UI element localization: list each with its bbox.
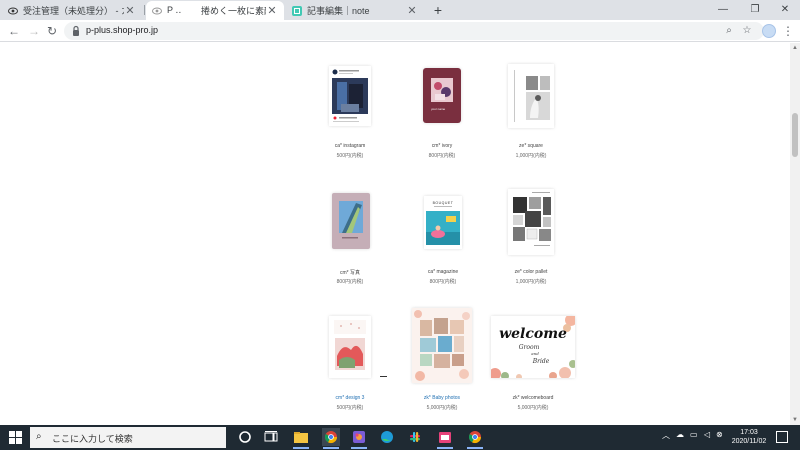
chrome-icon[interactable] bbox=[322, 428, 340, 449]
store-app-icon[interactable] bbox=[436, 428, 454, 449]
tab-title: 受注管理（未処理分） - カラーミ‥ bbox=[23, 6, 124, 16]
reload-icon[interactable]: ↻ bbox=[44, 23, 60, 39]
vertical-scrollbar[interactable]: ▲ ▼ bbox=[790, 43, 800, 425]
scroll-thumb[interactable] bbox=[792, 113, 798, 157]
scroll-up-arrow-icon[interactable]: ▲ bbox=[790, 43, 800, 53]
product-image[interactable]: BOUQUET bbox=[424, 196, 462, 249]
task-view-icon[interactable] bbox=[262, 428, 280, 446]
product-list-page: ca* instagram 500円(内税) your name cm* ivo… bbox=[0, 43, 790, 425]
url-text: p-plus.shop-pro.jp bbox=[86, 25, 159, 35]
product-image[interactable] bbox=[508, 64, 554, 128]
bookmark-star-icon[interactable]: ☆ bbox=[740, 24, 754, 38]
product-image[interactable] bbox=[508, 189, 554, 255]
product-price: 1,000円(内税) bbox=[515, 153, 547, 159]
tab-order-management[interactable]: 受注管理（未処理分） - カラーミ‥ ✕ bbox=[2, 1, 142, 20]
menu-dots-icon[interactable]: ⋮ bbox=[782, 23, 794, 39]
svg-text:and: and bbox=[531, 351, 539, 356]
cortana-icon[interactable] bbox=[236, 428, 254, 446]
search-placeholder: ここに入力して検索 bbox=[52, 434, 133, 444]
color-pallet-card-image bbox=[508, 189, 554, 255]
product-name[interactable]: zk* welcomeboard bbox=[478, 395, 588, 401]
svg-text:welcome: welcome bbox=[499, 326, 567, 342]
tab-title: 捲めく一枚に素敵さ bbox=[201, 6, 266, 16]
file-explorer-icon[interactable] bbox=[292, 428, 310, 449]
product-image[interactable] bbox=[329, 66, 371, 126]
svg-text:Groom: Groom bbox=[519, 344, 540, 351]
product-name[interactable]: ze* color pallet bbox=[476, 269, 586, 275]
profile-avatar[interactable] bbox=[762, 24, 776, 38]
action-center-icon[interactable] bbox=[776, 431, 788, 443]
slack-icon[interactable] bbox=[406, 428, 424, 446]
tab-divider bbox=[144, 5, 145, 15]
divider-mark bbox=[380, 376, 387, 377]
magazine-card-image: BOUQUET bbox=[424, 196, 462, 249]
note-icon bbox=[292, 5, 302, 16]
back-arrow-icon[interactable]: ← bbox=[6, 23, 22, 39]
edge-icon[interactable] bbox=[378, 428, 396, 446]
svg-text:BOUQUET: BOUQUET bbox=[433, 201, 454, 205]
search-icon: ⌕ bbox=[36, 431, 42, 442]
product-image[interactable] bbox=[332, 193, 370, 249]
ivory-card-image: your name bbox=[423, 68, 461, 123]
clock-date: 2020/11/02 bbox=[731, 438, 767, 445]
product-price: 1,000円(内税) bbox=[515, 279, 547, 285]
svg-text:Bride: Bride bbox=[532, 358, 550, 365]
tab-title: 記事編集｜note bbox=[307, 6, 370, 16]
minimize-button[interactable]: — bbox=[708, 0, 738, 20]
product-price: 5,000円(内税) bbox=[517, 405, 549, 411]
new-tab-button[interactable]: + bbox=[430, 2, 446, 18]
restore-button[interactable]: ❐ bbox=[740, 0, 770, 20]
design-card-image bbox=[329, 316, 371, 378]
tab-note-editor[interactable]: 記事編集｜note ✕ bbox=[286, 1, 424, 20]
taskbar-clock[interactable]: 17:03 2020/11/02 bbox=[726, 428, 772, 446]
cloud-icon[interactable]: ☁ bbox=[676, 430, 684, 439]
windows-start-icon[interactable] bbox=[9, 431, 22, 444]
notification-error-icon[interactable]: ⊗ bbox=[716, 430, 723, 439]
lock-icon bbox=[73, 25, 79, 36]
photos-app-icon[interactable] bbox=[350, 428, 368, 449]
close-tab-icon[interactable]: ✕ bbox=[406, 4, 418, 17]
tab-p-plus[interactable]: P ‥ 捲めく一枚に素敵さ ✕ bbox=[146, 1, 284, 20]
tab-title: P ‥ bbox=[167, 5, 182, 15]
browser-toolbar: ← → ↻ p-plus.shop-pro.jp ⌕ ☆ ⋮ bbox=[0, 20, 800, 42]
instagram-card-image bbox=[329, 66, 371, 126]
close-tab-icon[interactable]: ✕ bbox=[124, 4, 136, 17]
welcomeboard-card-image: welcome Groom and Bride bbox=[489, 314, 577, 380]
taskbar-search-input[interactable]: ⌕ ここに入力して検索 bbox=[30, 427, 226, 448]
close-window-button[interactable]: ✕ bbox=[770, 0, 800, 20]
chevron-up-icon[interactable]: ︿ bbox=[662, 430, 670, 441]
windows-taskbar: ⌕ ここに入力して検索 ︿ ☁ ▭ ◁ ⊗ 17:03 2020/11/02 bbox=[0, 425, 800, 450]
product-image[interactable]: your name bbox=[423, 68, 461, 123]
svg-text:your name: your name bbox=[431, 107, 446, 111]
scroll-down-arrow-icon[interactable]: ▼ bbox=[790, 415, 800, 425]
eye-icon bbox=[152, 6, 162, 16]
zoom-icon[interactable]: ⌕ bbox=[722, 24, 736, 38]
clock-time: 17:03 bbox=[740, 429, 758, 436]
forward-arrow-icon[interactable]: → bbox=[26, 23, 42, 39]
product-image[interactable]: welcome Groom and Bride bbox=[489, 314, 577, 380]
product-image[interactable] bbox=[412, 308, 472, 383]
address-bar[interactable]: p-plus.shop-pro.jp ⌕ ☆ bbox=[64, 22, 764, 40]
product-name[interactable]: ze* square bbox=[476, 143, 586, 149]
photo-card-image bbox=[332, 193, 370, 249]
product-image[interactable] bbox=[329, 316, 371, 378]
tab-strip: 受注管理（未処理分） - カラーミ‥ ✕ P ‥ 捲めく一枚に素敵さ ✕ 記事編… bbox=[0, 0, 800, 20]
close-tab-icon[interactable]: ✕ bbox=[266, 4, 278, 17]
square-card-image bbox=[508, 64, 554, 128]
volume-icon[interactable]: ◁ bbox=[704, 430, 710, 439]
chrome-icon[interactable] bbox=[466, 428, 484, 449]
baby-photos-card-image bbox=[412, 308, 472, 383]
network-icon[interactable]: ▭ bbox=[690, 430, 698, 439]
eye-icon bbox=[8, 6, 18, 16]
